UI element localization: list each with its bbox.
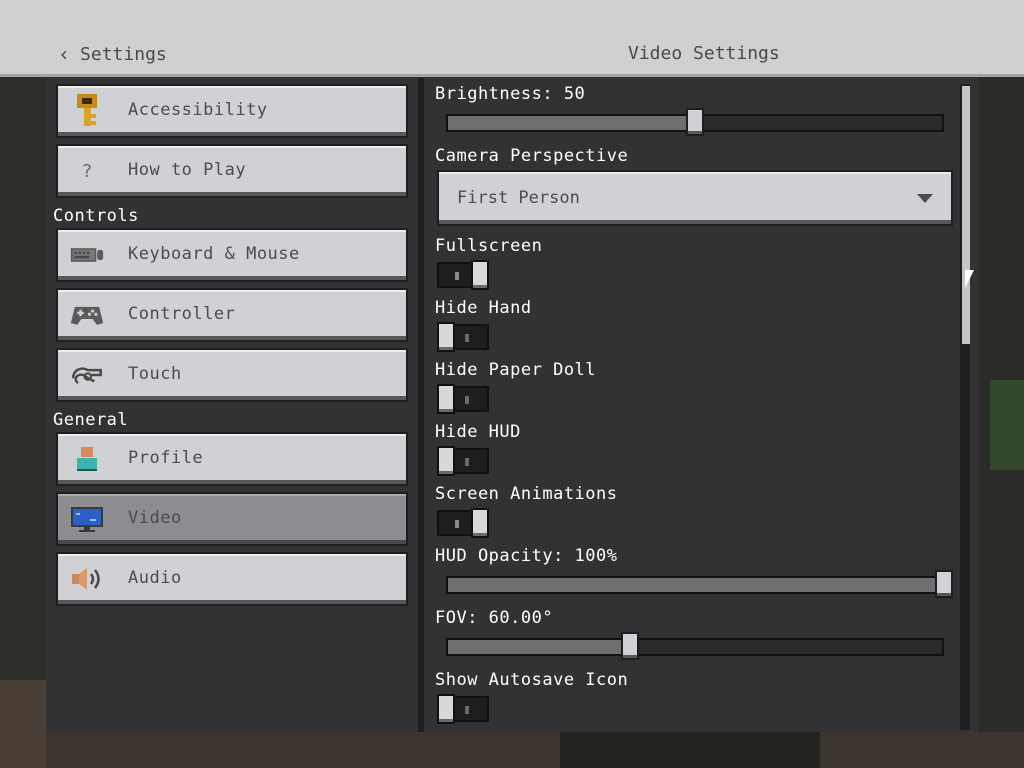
toggle-mark: [465, 396, 469, 404]
back-button[interactable]: ‹ Settings: [58, 40, 167, 68]
slider-fill: [448, 116, 695, 130]
header-bar: ‹ Settings Video Settings: [0, 0, 1024, 77]
monitor-icon: [70, 504, 104, 534]
profile-icon: [70, 444, 104, 474]
toggle-mark: [465, 334, 469, 342]
settings-sidebar: Accessibility ? How to Play Controls Key…: [46, 78, 418, 732]
section-label-general: General: [53, 410, 129, 430]
toggle-knob: [471, 260, 489, 290]
sidebar-item-label: How to Play: [128, 160, 247, 180]
sidebar-item-keyboard-mouse[interactable]: Keyboard & Mouse: [56, 228, 408, 282]
sidebar-item-label: Profile: [128, 448, 204, 468]
sidebar-item-touch[interactable]: Touch: [56, 348, 408, 402]
scrollbar-thumb[interactable]: [962, 86, 970, 344]
mouse-cursor-icon: [965, 270, 974, 288]
sidebar-item-profile[interactable]: Profile: [56, 432, 408, 486]
sidebar-item-label: Video: [128, 508, 182, 528]
brightness-slider-thumb[interactable]: [686, 108, 704, 136]
keyboard-icon: [70, 240, 104, 270]
touch-icon: [70, 360, 104, 390]
sidebar-item-label: Accessibility: [128, 100, 268, 120]
chevron-left-icon: ‹: [58, 42, 71, 66]
page-title: Video Settings: [628, 43, 780, 64]
slider-fill: [448, 640, 631, 654]
hide-hud-toggle[interactable]: [437, 446, 489, 476]
toggle-mark: [455, 272, 459, 280]
toggle-mark: [465, 706, 469, 714]
question-icon: ?: [81, 160, 93, 182]
toggle-knob: [471, 508, 489, 538]
toggle-knob: [437, 446, 455, 476]
toggle-knob: [437, 322, 455, 352]
hud-opacity-label: HUD Opacity: 100%: [435, 546, 618, 566]
hide-paper-doll-label: Hide Paper Doll: [435, 360, 597, 380]
sidebar-item-label: Audio: [128, 568, 182, 588]
toggle-knob: [437, 694, 455, 724]
hide-hud-label: Hide HUD: [435, 422, 521, 442]
sidebar-item-how-to-play[interactable]: ? How to Play: [56, 144, 408, 198]
section-label-controls: Controls: [53, 206, 139, 226]
show-autosave-icon-label: Show Autosave Icon: [435, 670, 629, 690]
sidebar-item-audio[interactable]: Audio: [56, 552, 408, 606]
toggle-mark: [465, 458, 469, 466]
gamepad-icon: [70, 300, 104, 330]
fov-slider[interactable]: [446, 638, 944, 656]
slider-fill: [448, 578, 942, 592]
hide-paper-doll-toggle[interactable]: [437, 384, 489, 414]
dropdown-selected-value: First Person: [457, 188, 580, 208]
fov-slider-thumb[interactable]: [621, 632, 640, 660]
caret-down-icon: [917, 194, 933, 203]
hud-opacity-slider[interactable]: [446, 576, 944, 594]
brightness-label: Brightness: 50: [435, 84, 586, 104]
toggle-mark: [455, 520, 459, 528]
fullscreen-toggle[interactable]: [437, 260, 489, 290]
sidebar-item-controller[interactable]: Controller: [56, 288, 408, 342]
screen-animations-toggle[interactable]: [437, 508, 489, 538]
sidebar-item-label: Controller: [128, 304, 236, 324]
sidebar-item-video[interactable]: Video: [56, 492, 408, 546]
speaker-icon: [70, 564, 104, 594]
key-icon: [70, 94, 104, 126]
camera-perspective-label: Camera Perspective: [435, 146, 629, 166]
toggle-knob: [437, 384, 455, 414]
camera-perspective-dropdown[interactable]: First Person: [437, 170, 953, 226]
fov-label: FOV: 60.00°: [435, 608, 554, 628]
hud-opacity-slider-thumb[interactable]: [935, 570, 953, 598]
fullscreen-label: Fullscreen: [435, 236, 543, 256]
sidebar-item-label: Touch: [128, 364, 182, 384]
show-autosave-icon-toggle[interactable]: [437, 694, 489, 724]
hide-hand-toggle[interactable]: [437, 322, 489, 352]
sidebar-item-label: Keyboard & Mouse: [128, 244, 300, 264]
hide-hand-label: Hide Hand: [435, 298, 532, 318]
screen-animations-label: Screen Animations: [435, 484, 618, 504]
back-label: Settings: [80, 43, 167, 65]
sidebar-item-accessibility[interactable]: Accessibility: [56, 84, 408, 138]
